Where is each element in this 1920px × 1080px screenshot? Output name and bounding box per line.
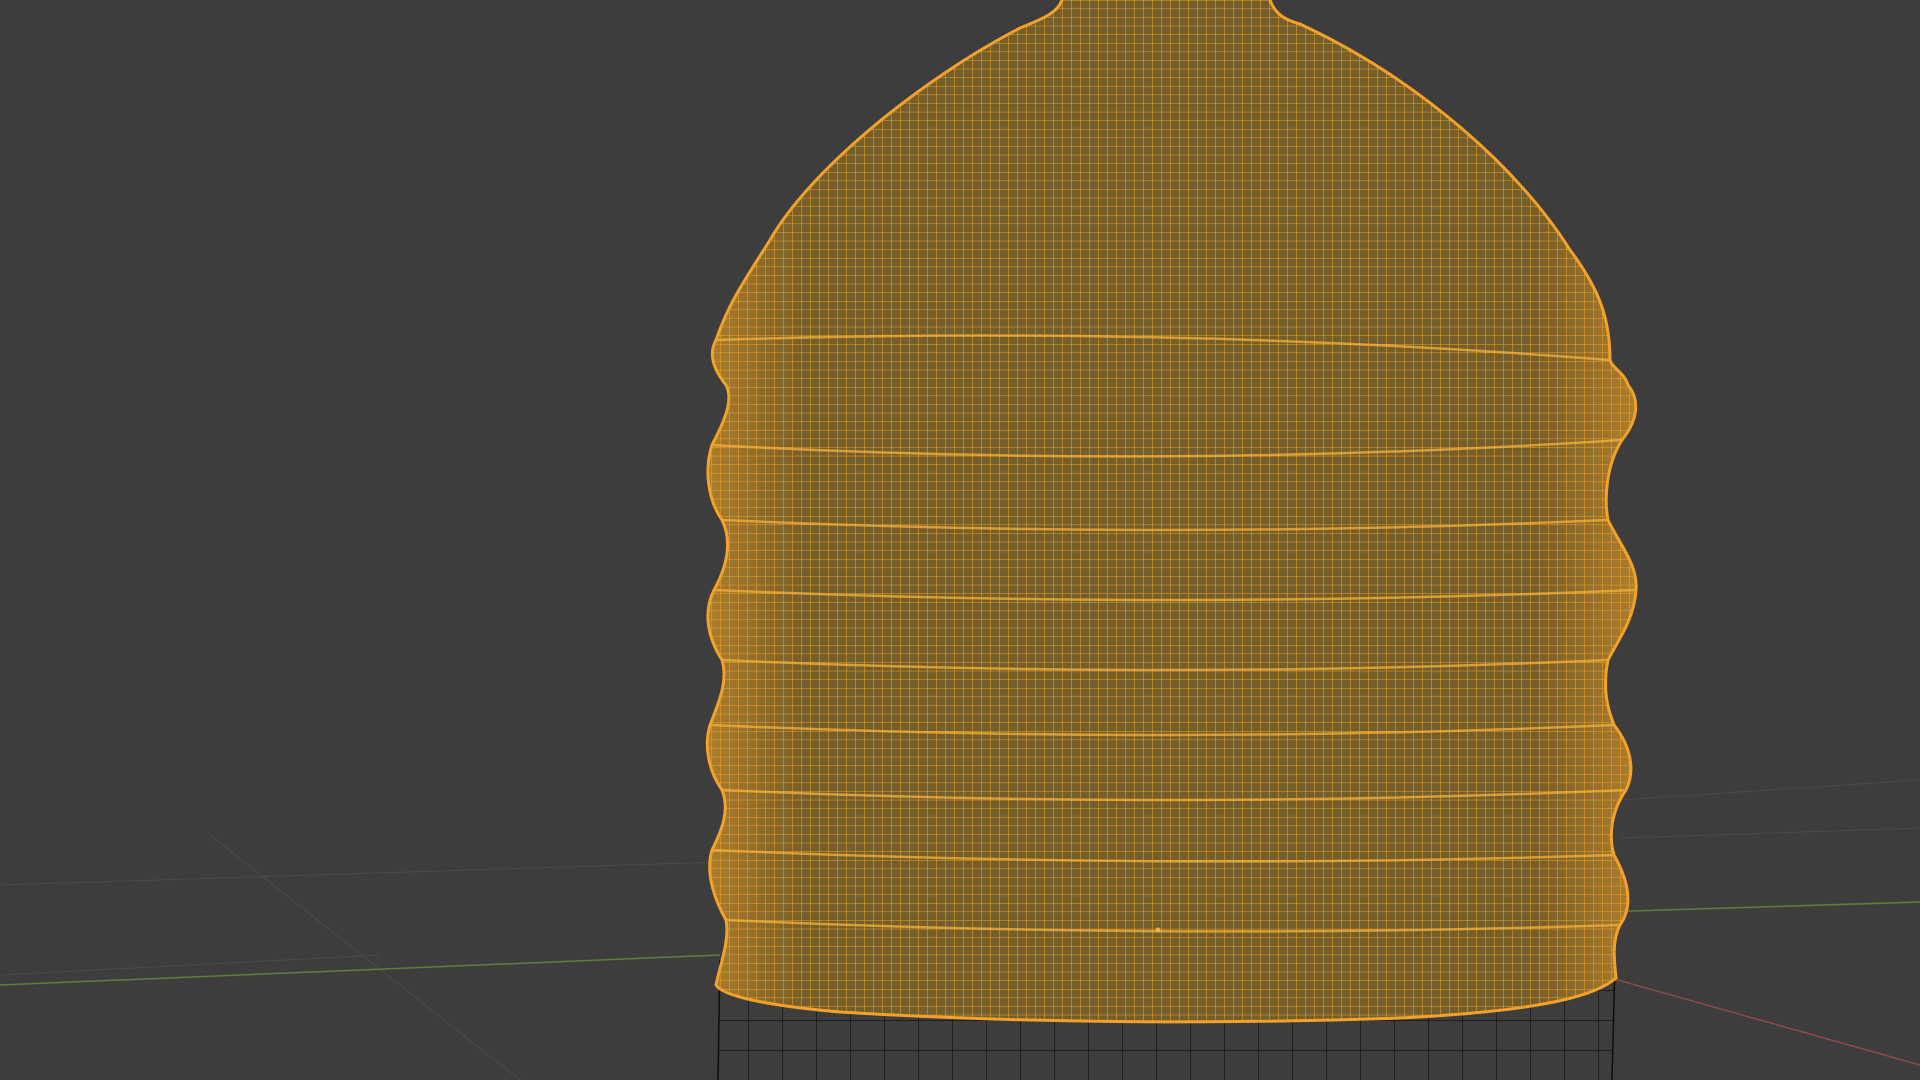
- 3d-viewport[interactable]: [0, 0, 1920, 1080]
- object-origin-dot: [1155, 927, 1161, 933]
